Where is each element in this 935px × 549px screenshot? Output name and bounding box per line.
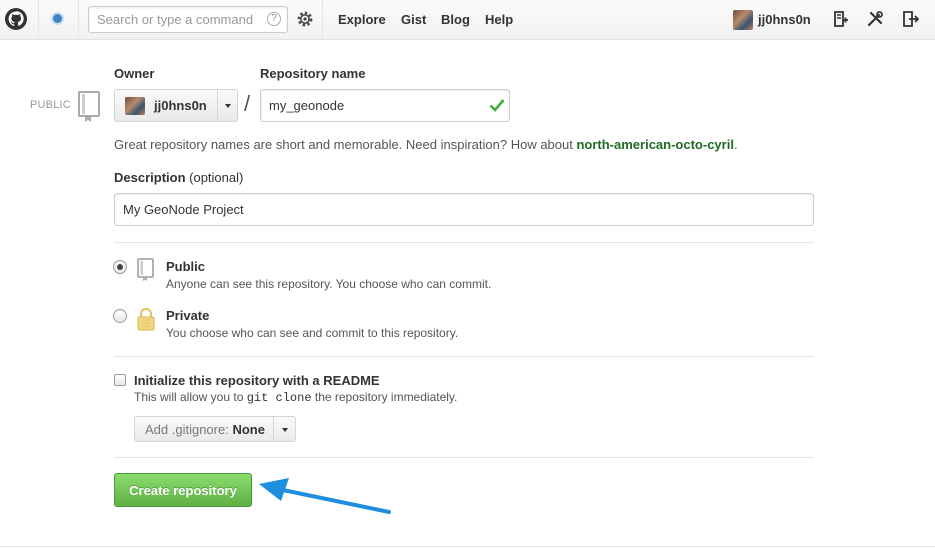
search-input[interactable] (89, 7, 259, 32)
chevron-down-icon (282, 428, 288, 432)
init-readme-title: Initialize this repository with a README (134, 373, 380, 388)
pointer-arrow-icon (259, 478, 391, 514)
owner-label: Owner (114, 66, 155, 81)
hint-end: . (733, 137, 738, 152)
description-optional-text: (optional) (189, 170, 244, 185)
gear-icon[interactable] (296, 10, 314, 28)
user-avatar[interactable] (733, 10, 753, 30)
public-title: Public (166, 259, 206, 274)
name-suggestion-link[interactable]: north-american-octo-cyril (576, 137, 733, 152)
owner-value: jj0hns0n (154, 98, 207, 113)
owner-select[interactable]: jj0hns0n (114, 89, 238, 122)
private-title: Private (166, 308, 210, 323)
nav-explore[interactable]: Explore (338, 12, 386, 27)
command-search: ? (88, 6, 288, 33)
repository-name-input[interactable] (261, 90, 481, 121)
git-clone-code: git clone (246, 391, 312, 405)
footer-divider (0, 546, 935, 547)
nav-gist[interactable]: Gist (401, 12, 426, 27)
init-readme-checkbox[interactable] (114, 374, 126, 386)
search-help-icon[interactable]: ? (267, 12, 281, 26)
description-input[interactable] (115, 194, 813, 225)
header-divider (78, 0, 79, 40)
visibility-tag: PUBLIC (30, 99, 71, 111)
description-label-text: Description (114, 170, 186, 185)
username-link[interactable]: jj0hns0n (758, 12, 811, 27)
public-description: Anyone can see this repository. You choo… (166, 277, 492, 291)
hint-text: Great repository names are short and mem… (114, 137, 577, 152)
gitignore-select[interactable]: Add .gitignore: None (134, 416, 296, 442)
sign-out-icon[interactable] (901, 10, 919, 28)
gitignore-divider (273, 417, 274, 441)
notification-dot-icon[interactable] (53, 14, 62, 23)
gitignore-label-text: Add .gitignore: (145, 422, 229, 437)
gitignore-label: Add .gitignore: None (145, 422, 265, 437)
section-divider (114, 242, 814, 243)
nav-blog[interactable]: Blog (441, 12, 470, 27)
description-field (114, 193, 814, 226)
private-radio[interactable] (113, 309, 127, 323)
header-divider (38, 0, 39, 40)
github-logo-icon[interactable] (4, 7, 28, 31)
name-hint: Great repository names are short and mem… (114, 137, 738, 152)
owner-select-divider (217, 90, 218, 121)
tools-settings-icon[interactable] (866, 10, 884, 28)
lock-icon (137, 307, 155, 331)
repository-book-icon (78, 91, 100, 122)
public-repo-icon (137, 258, 154, 281)
valid-check-icon (489, 99, 505, 112)
init-readme-description: This will allow you to git clone the rep… (134, 390, 457, 405)
owner-avatar (125, 97, 145, 115)
init-desc-before: This will allow you to (134, 390, 247, 404)
nav-help[interactable]: Help (485, 12, 513, 27)
init-desc-after: the repository immediately. (311, 390, 458, 404)
create-repository-button[interactable]: Create repository (114, 473, 252, 507)
repository-name-field (260, 89, 510, 122)
section-divider (114, 356, 814, 357)
section-divider (114, 457, 814, 458)
private-description: You choose who can see and commit to thi… (166, 326, 459, 340)
top-header: ? Explore Gist Blog Help jj0hns0n (0, 0, 935, 40)
owner-repo-separator: / (244, 91, 251, 116)
gitignore-value: None (232, 422, 265, 437)
description-label: Description (optional) (114, 170, 243, 185)
public-radio[interactable] (113, 260, 127, 274)
chevron-down-icon (225, 104, 231, 108)
new-repository-icon[interactable] (831, 10, 849, 28)
header-divider (322, 0, 323, 40)
repository-name-label: Repository name (260, 66, 366, 81)
